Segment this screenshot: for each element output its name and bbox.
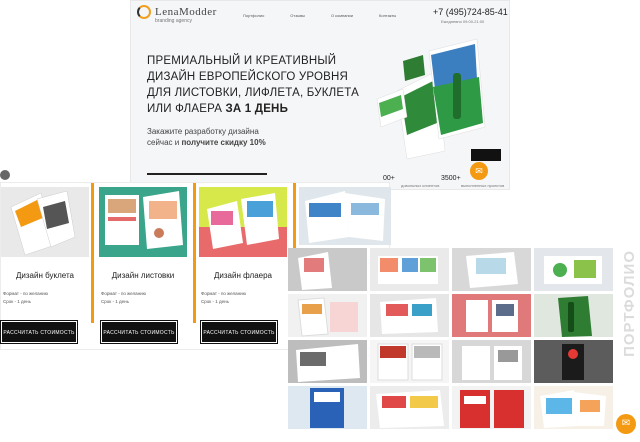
hero-dark-button[interactable]: [471, 149, 501, 161]
portfolio-item[interactable]: [288, 386, 367, 429]
nav-item-contacts[interactable]: Контакты: [379, 13, 396, 18]
service-format: Формат - по желанию: [201, 291, 247, 296]
portfolio-grid: [288, 248, 613, 429]
stat-clients-value: 00+: [383, 175, 395, 182]
subtitle-line-2a: сейчас и: [147, 138, 182, 147]
chat-icon[interactable]: ✉: [616, 414, 636, 434]
service-card-booklet: Дизайн буклета Формат - по желанию Срок …: [1, 187, 89, 306]
portfolio-item[interactable]: [452, 386, 531, 429]
service-term: Срок - 1 день: [3, 299, 31, 304]
portfolio-item[interactable]: [370, 340, 449, 383]
service-format: Формат - по желанию: [3, 291, 49, 296]
service-card-partial-image: [299, 187, 391, 245]
nav-item-about[interactable]: О компании: [331, 13, 353, 18]
service-meta: Формат - по желанию Срок - 1 день: [201, 290, 287, 306]
chat-icon[interactable]: ✉: [470, 162, 488, 180]
service-card-flyer: Дизайн флаера Формат - по желанию Срок -…: [199, 187, 287, 306]
stat-projects-label: выполненных проектов: [461, 183, 505, 188]
portfolio-section: [288, 248, 640, 442]
service-term: Срок - 1 день: [201, 299, 229, 304]
portfolio-item[interactable]: [288, 294, 367, 337]
portfolio-item[interactable]: [370, 294, 449, 337]
logo[interactable]: LenaModder: [137, 5, 217, 19]
hero-subtitle: Закажите разработку дизайна сейчас и пол…: [147, 126, 297, 148]
slider-prev-icon[interactable]: [0, 170, 10, 180]
portfolio-item[interactable]: [370, 248, 449, 291]
phone-number[interactable]: +7 (495)724-85-41: [433, 7, 508, 17]
nav-item-reviews[interactable]: Отзывы: [290, 13, 305, 18]
service-term: Срок - 1 день: [101, 299, 129, 304]
service-title: Дизайн листовки: [111, 271, 175, 280]
subtitle-line-2b: получите скидку 10%: [181, 138, 266, 147]
divider-line: [193, 183, 196, 323]
subtitle-line-2: сейчас и получите скидку 10%: [147, 137, 297, 148]
portfolio-item[interactable]: [288, 340, 367, 383]
calculate-price-button[interactable]: РАССЧИТАТЬ СТОИМОСТЬ: [0, 320, 78, 344]
hero-section: LenaModder branding agency Портфолио Отз…: [130, 0, 510, 190]
headline-line-4a: или флаера: [147, 103, 226, 115]
headline-line-3: для листовки, лифлета, буклета: [147, 87, 359, 99]
portfolio-item[interactable]: [452, 340, 531, 383]
stat-clients-label: довольных клиентов: [401, 183, 440, 188]
portfolio-item[interactable]: [452, 294, 531, 337]
portfolio-item[interactable]: [534, 248, 613, 291]
hero-product-image: [376, 38, 486, 160]
headline-line-2: дизайн европейского уровня: [147, 71, 349, 83]
portfolio-item[interactable]: [452, 248, 531, 291]
portfolio-vertical-label: ПОРТФОЛИО: [621, 250, 638, 357]
page-root: LenaModder branding agency Портфолио Отз…: [0, 0, 640, 442]
hero-cta-button[interactable]: [147, 165, 267, 175]
logo-text: LenaModder: [155, 5, 217, 18]
headline-line-4: или флаера за 1 день: [147, 101, 377, 117]
portfolio-item[interactable]: [534, 386, 613, 429]
headline-line-4b: за 1 день: [225, 103, 289, 115]
flyer-image: [199, 187, 287, 257]
phone-hours: Ежедневно 09:00-21:00: [441, 19, 485, 24]
main-nav: Портфолио Отзывы О компании Контакты: [243, 13, 396, 18]
logo-subtitle: branding agency: [155, 18, 192, 24]
divider-line: [91, 183, 94, 323]
headline-line-1: Премиальный и креативный: [147, 55, 337, 67]
logo-icon: [137, 5, 151, 19]
service-format: Формат - по желанию: [101, 291, 147, 296]
service-meta: Формат - по желанию Срок - 1 день: [101, 290, 187, 306]
portfolio-item[interactable]: [370, 386, 449, 429]
hero-headline: Премиальный и креативный дизайн европейс…: [147, 53, 377, 117]
portfolio-item[interactable]: [288, 248, 367, 291]
service-meta: Формат - по желанию Срок - 1 день: [3, 290, 89, 306]
service-title: Дизайн флаера: [214, 271, 272, 280]
stat-projects-value: 3500+: [441, 175, 461, 182]
leaflet-image: [99, 187, 187, 257]
nav-item-portfolio[interactable]: Портфолио: [243, 13, 264, 18]
portfolio-item[interactable]: [534, 340, 613, 383]
booklet-image: [1, 187, 89, 257]
subtitle-line-1: Закажите разработку дизайна: [147, 127, 259, 136]
calculate-price-button[interactable]: РАССЧИТАТЬ СТОИМОСТЬ: [100, 320, 178, 344]
portfolio-item[interactable]: [534, 294, 613, 337]
service-card-leaflet: Дизайн листовки Формат - по желанию Срок…: [99, 187, 187, 306]
service-title: Дизайн буклета: [16, 271, 74, 280]
calculate-price-button[interactable]: РАССЧИТАТЬ СТОИМОСТЬ: [200, 320, 278, 344]
